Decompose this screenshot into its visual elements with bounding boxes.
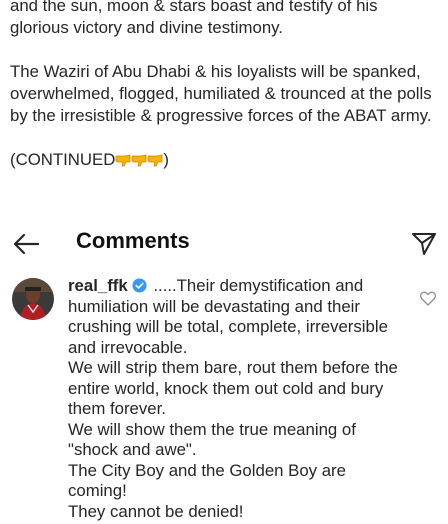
pointing-down-emoji-icon xyxy=(115,154,131,167)
comment-line-3: We will show them the true meaning of "s… xyxy=(68,419,356,460)
continued-close: ) xyxy=(163,150,169,169)
pointing-down-emoji-icon xyxy=(147,154,163,167)
comment-username[interactable]: real_ffk xyxy=(68,276,128,295)
comment-line-5: They cannot be denied! xyxy=(68,501,244,521)
post-caption: and the sun, moon & stars boast and test… xyxy=(10,0,438,171)
heart-outline-icon[interactable] xyxy=(420,291,436,306)
verified-badge-icon xyxy=(132,278,147,293)
page-title: Comments xyxy=(76,228,190,253)
pointing-down-emoji-icon xyxy=(131,154,147,167)
comments-header: Comments xyxy=(0,226,448,262)
paper-plane-icon[interactable] xyxy=(410,230,438,258)
avatar[interactable] xyxy=(12,278,54,320)
caption-paragraph-2: The Waziri of Abu Dhabi & his loyalists … xyxy=(10,62,432,125)
caption-paragraph-1: and the sun, moon & stars boast and test… xyxy=(10,0,378,37)
comment-line-2: We will strip them bare, rout them befor… xyxy=(68,358,398,418)
arrow-left-icon[interactable] xyxy=(12,232,40,256)
continued-text: (CONTINUED xyxy=(10,150,116,169)
caption-continued: (CONTINUED) xyxy=(10,149,438,171)
comment-line-4: The City Boy and the Golden Boy are comi… xyxy=(68,460,346,501)
comment-text: real_ffk .....Their demystification and … xyxy=(68,276,408,522)
avatar-image xyxy=(12,278,54,320)
comment-line-1: real_ffk .....Their demystification and … xyxy=(68,276,408,358)
